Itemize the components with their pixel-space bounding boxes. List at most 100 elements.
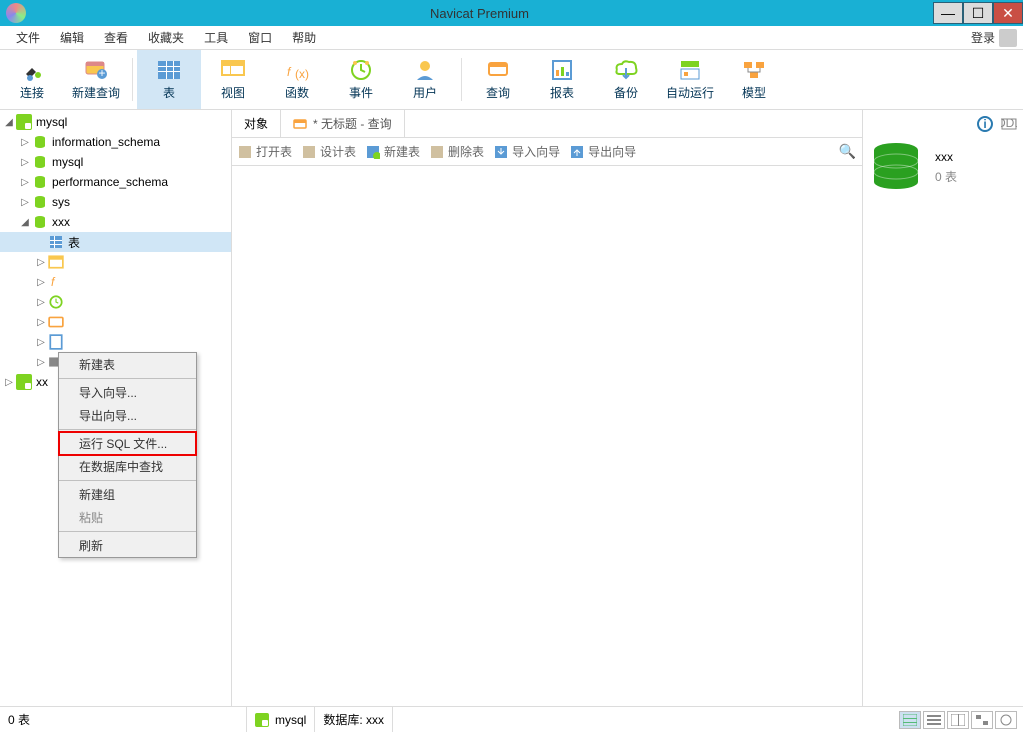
ddl-icon[interactable]: DDL bbox=[1001, 116, 1017, 132]
tree-db-information-schema[interactable]: ▷ information_schema bbox=[0, 132, 231, 152]
svg-text:+: + bbox=[98, 66, 105, 80]
toolbar-function[interactable]: f(x) 函数 bbox=[265, 50, 329, 109]
expand-icon[interactable]: ▷ bbox=[34, 257, 48, 268]
view-er-button[interactable] bbox=[971, 711, 993, 729]
expand-icon[interactable]: ▷ bbox=[18, 157, 32, 168]
toolbar-table[interactable]: 表 bbox=[137, 50, 201, 109]
tree-connection-mysql[interactable]: ◢ mysql bbox=[0, 112, 231, 132]
expand-icon[interactable]: ▷ bbox=[34, 277, 48, 288]
ctx-import-wizard[interactable]: 导入向导... bbox=[59, 381, 196, 404]
collapse-icon[interactable]: ◢ bbox=[18, 217, 32, 228]
svg-text:(x): (x) bbox=[295, 67, 309, 81]
menu-file[interactable]: 文件 bbox=[6, 27, 50, 48]
view-grid-button[interactable] bbox=[899, 711, 921, 729]
view-list-button[interactable] bbox=[923, 711, 945, 729]
toolbar-report[interactable]: 报表 bbox=[530, 50, 594, 109]
toolbar-new-query[interactable]: + 新建查询 bbox=[64, 50, 128, 109]
ctx-new-table[interactable]: 新建表 bbox=[59, 353, 196, 376]
tree-tables-node[interactable]: 表 bbox=[0, 232, 231, 252]
btn-design-table[interactable]: 设计表 bbox=[302, 143, 356, 160]
view-detail-button[interactable] bbox=[947, 711, 969, 729]
toolbar-model[interactable]: 模型 bbox=[722, 50, 786, 109]
function-icon: f(x) bbox=[283, 58, 311, 82]
report-icon bbox=[548, 58, 576, 82]
tree-db-xxx[interactable]: ◢ xxx bbox=[0, 212, 231, 232]
view-chart-button[interactable] bbox=[995, 711, 1017, 729]
content-area: 对象 * 无标题 - 查询 打开表 设计表 新建表 删除表 导入向导 导出向导 … bbox=[232, 110, 863, 706]
btn-open-table[interactable]: 打开表 bbox=[238, 143, 292, 160]
status-connection: mysql bbox=[247, 707, 315, 732]
close-button[interactable]: ✕ bbox=[993, 2, 1023, 24]
btn-import-wizard[interactable]: 导入向导 bbox=[494, 143, 560, 160]
expand-icon[interactable]: ▷ bbox=[34, 297, 48, 308]
expand-icon[interactable]: ▷ bbox=[18, 177, 32, 188]
collapse-icon[interactable]: ◢ bbox=[2, 117, 16, 128]
event-icon bbox=[48, 294, 64, 310]
login-link[interactable]: 登录 bbox=[971, 29, 999, 46]
maximize-button[interactable]: ☐ bbox=[963, 2, 993, 24]
menu-edit[interactable]: 编辑 bbox=[50, 27, 94, 48]
info-icon[interactable]: i bbox=[977, 116, 993, 132]
toolbar-autorun[interactable]: 自动运行 bbox=[658, 50, 722, 109]
tabbar: 对象 * 无标题 - 查询 bbox=[232, 110, 862, 138]
database-icon bbox=[32, 174, 48, 190]
tree-views-node[interactable]: ▷ bbox=[0, 252, 231, 272]
toolbar-view[interactable]: 视图 bbox=[201, 50, 265, 109]
ctx-find-in-db[interactable]: 在数据库中查找 bbox=[59, 455, 196, 478]
search-icon[interactable]: 🔍 bbox=[839, 143, 856, 160]
database-icon bbox=[32, 154, 48, 170]
toolbar-event[interactable]: 事件 bbox=[329, 50, 393, 109]
toolbar-connect[interactable]: 连接 bbox=[0, 50, 64, 109]
toolbar-user[interactable]: 用户 bbox=[393, 50, 457, 109]
tab-objects[interactable]: 对象 bbox=[232, 110, 281, 137]
ctx-new-group[interactable]: 新建组 bbox=[59, 483, 196, 506]
autorun-icon bbox=[676, 58, 704, 82]
ctx-export-wizard[interactable]: 导出向导... bbox=[59, 404, 196, 427]
expand-icon[interactable]: ▷ bbox=[34, 337, 48, 348]
tree-queries-node[interactable]: ▷ bbox=[0, 312, 231, 332]
toolbar-backup[interactable]: 备份 bbox=[594, 50, 658, 109]
query-icon bbox=[48, 314, 64, 330]
menubar: 文件 编辑 查看 收藏夹 工具 窗口 帮助 登录 bbox=[0, 26, 1023, 50]
expand-icon[interactable]: ▷ bbox=[18, 137, 32, 148]
expand-icon[interactable]: ▷ bbox=[18, 197, 32, 208]
new-icon bbox=[366, 145, 380, 159]
status-count: 0 表 bbox=[0, 707, 247, 732]
tree-db-performance-schema[interactable]: ▷ performance_schema bbox=[0, 172, 231, 192]
delete-icon bbox=[430, 145, 444, 159]
btn-export-wizard[interactable]: 导出向导 bbox=[570, 143, 636, 160]
menu-window[interactable]: 窗口 bbox=[238, 27, 282, 48]
expand-icon[interactable]: ▷ bbox=[34, 317, 48, 328]
menu-view[interactable]: 查看 bbox=[94, 27, 138, 48]
expand-icon[interactable]: ▷ bbox=[34, 357, 48, 368]
connection-icon bbox=[16, 374, 32, 390]
menu-tools[interactable]: 工具 bbox=[194, 27, 238, 48]
new-query-icon: + bbox=[82, 58, 110, 82]
view-icon bbox=[219, 58, 247, 82]
tree-events-node[interactable]: ▷ bbox=[0, 292, 231, 312]
tree-functions-node[interactable]: ▷ f bbox=[0, 272, 231, 292]
btn-delete-table[interactable]: 删除表 bbox=[430, 143, 484, 160]
database-icon bbox=[869, 142, 923, 192]
minimize-button[interactable]: — bbox=[933, 2, 963, 24]
tab-untitled-query[interactable]: * 无标题 - 查询 bbox=[281, 110, 405, 137]
tree-reports-node[interactable]: ▷ bbox=[0, 332, 231, 352]
avatar-icon[interactable] bbox=[999, 29, 1017, 47]
tree-db-mysql[interactable]: ▷ mysql bbox=[0, 152, 231, 172]
svg-text:f: f bbox=[51, 275, 56, 289]
toolbar: 连接 + 新建查询 表 视图 f(x) 函数 事件 用户 查询 报表 备份 自动… bbox=[0, 50, 1023, 110]
view-icon bbox=[48, 254, 64, 270]
toolbar-query[interactable]: 查询 bbox=[466, 50, 530, 109]
expand-icon[interactable]: ▷ bbox=[2, 377, 16, 388]
object-toolbar: 打开表 设计表 新建表 删除表 导入向导 导出向导 🔍 bbox=[232, 138, 862, 166]
ctx-run-sql-file[interactable]: 运行 SQL 文件... bbox=[59, 432, 196, 455]
tree-db-sys[interactable]: ▷ sys bbox=[0, 192, 231, 212]
user-icon bbox=[411, 58, 439, 82]
ctx-refresh[interactable]: 刷新 bbox=[59, 534, 196, 557]
backup-icon bbox=[612, 58, 640, 82]
app-logo-icon bbox=[6, 3, 26, 23]
btn-new-table[interactable]: 新建表 bbox=[366, 143, 420, 160]
menu-favorites[interactable]: 收藏夹 bbox=[138, 27, 194, 48]
view-mode-buttons bbox=[893, 707, 1023, 732]
menu-help[interactable]: 帮助 bbox=[282, 27, 326, 48]
